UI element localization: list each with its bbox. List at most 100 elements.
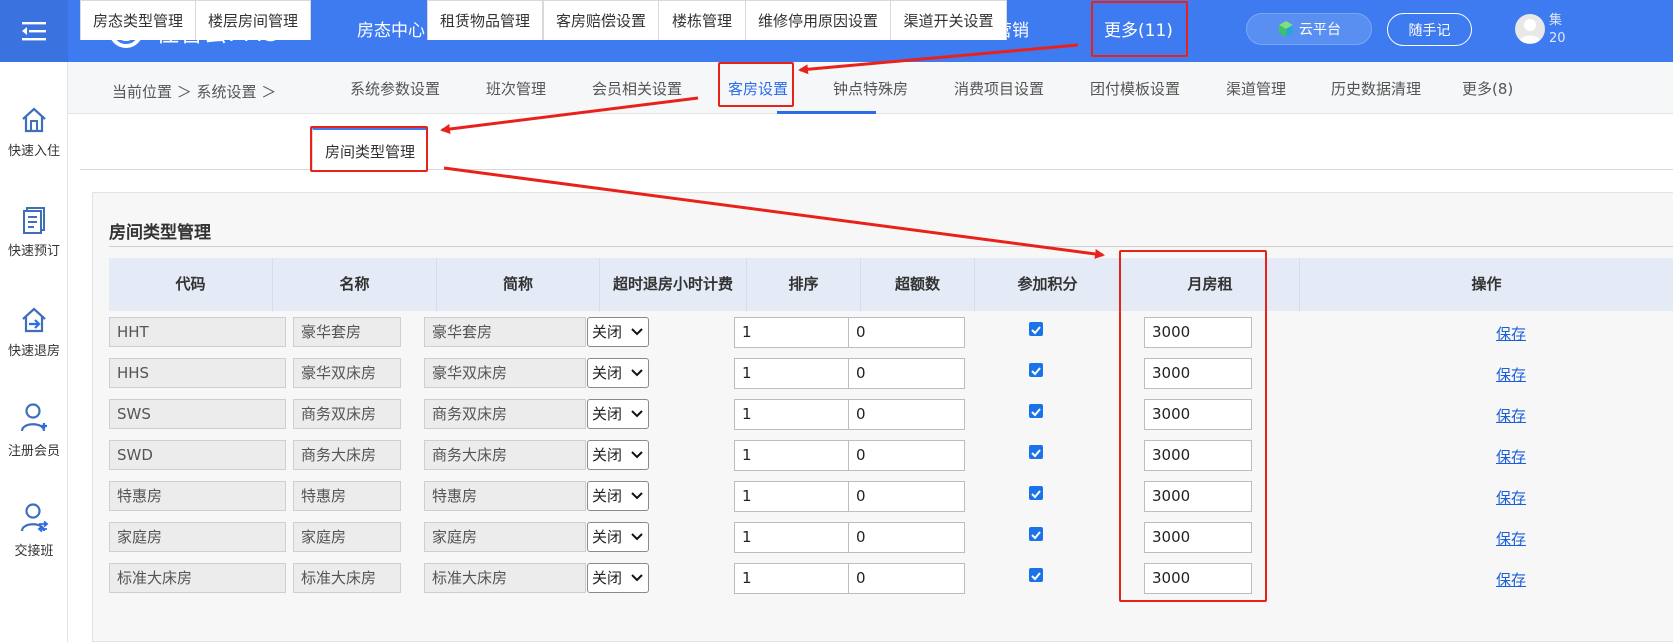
- page-title: 房间类型管理: [109, 223, 211, 243]
- overtime-billing-value: 关闭: [592, 528, 623, 546]
- avatar[interactable]: [1515, 14, 1545, 44]
- cloud-platform-button[interactable]: 云平台: [1246, 13, 1372, 45]
- sort-input[interactable]: 1: [734, 481, 851, 512]
- excess-input[interactable]: 0: [848, 399, 965, 430]
- points-checkbox[interactable]: [1029, 363, 1043, 377]
- excess-input[interactable]: 0: [848, 440, 965, 471]
- column-header-overtime-billing: 超时退房小时计费: [600, 258, 747, 311]
- table-row: SWS 商务双床房 商务双床房 关闭 1 0 3000 保存: [109, 395, 1673, 436]
- overtime-billing-select[interactable]: 关闭: [587, 317, 649, 347]
- annotation-highlight-monthly-rent-column: [1119, 250, 1267, 602]
- points-checkbox[interactable]: [1029, 404, 1043, 418]
- name-field: 标准大床房: [293, 563, 401, 593]
- excess-input[interactable]: 0: [848, 317, 965, 348]
- sort-input[interactable]: 1: [734, 399, 851, 430]
- checkout-icon: [22, 307, 46, 333]
- sort-input[interactable]: 1: [734, 522, 851, 553]
- name-field: 商务大床房: [293, 440, 401, 470]
- tab-channel-switches[interactable]: 渠道开关设置: [890, 0, 1007, 40]
- excess-input[interactable]: 0: [848, 563, 965, 594]
- subnav-hourly-rooms[interactable]: 钟点特殊房: [833, 78, 908, 99]
- overtime-billing-value: 关闭: [592, 569, 623, 587]
- excess-input[interactable]: 0: [848, 481, 965, 512]
- sidebar-item-label: 交接班: [14, 544, 54, 559]
- excess-input[interactable]: 0: [848, 358, 965, 389]
- sidebar-item-shift-handover[interactable]: 交接班: [0, 502, 68, 559]
- sort-input[interactable]: 1: [734, 358, 851, 389]
- tab-buildings[interactable]: 楼栋管理: [658, 0, 746, 40]
- sidebar-item-quick-checkin[interactable]: 快速入住: [0, 106, 68, 159]
- short-name-field: 家庭房: [424, 522, 586, 552]
- sidebar-item-label: 快速预订: [7, 244, 60, 259]
- points-checkbox[interactable]: [1029, 527, 1043, 541]
- add-user-icon: [20, 403, 47, 432]
- sort-input[interactable]: 1: [734, 440, 851, 471]
- save-link[interactable]: 保存: [1496, 569, 1526, 590]
- subnav-member-settings[interactable]: 会员相关设置: [592, 78, 682, 99]
- code-field: HHT: [109, 317, 286, 347]
- subnav-history-cleanup[interactable]: 历史数据清理: [1331, 78, 1421, 99]
- tab-rental-items[interactable]: 租赁物品管理: [427, 0, 543, 40]
- subnav-group-payment-templates[interactable]: 团付模板设置: [1090, 78, 1180, 99]
- hamburger-menu-icon: [22, 22, 46, 41]
- sidebar-item-register-member[interactable]: 注册会员: [0, 402, 68, 459]
- short-name-field: 商务大床房: [424, 440, 586, 470]
- short-name-field: 豪华双床房: [424, 358, 586, 388]
- tab-floor-rooms[interactable]: 楼层房间管理: [195, 0, 311, 40]
- subnav-shift-management[interactable]: 班次管理: [486, 78, 546, 99]
- sidebar-item-quick-checkout[interactable]: 快速退房: [0, 306, 68, 359]
- sidebar-item-label: 注册会员: [7, 444, 60, 459]
- points-checkbox[interactable]: [1029, 445, 1043, 459]
- code-field: SWS: [109, 399, 286, 429]
- subnav-consumption-items[interactable]: 消费项目设置: [954, 78, 1044, 99]
- name-field: 豪华双床房: [293, 358, 401, 388]
- name-field: 特惠房: [293, 481, 401, 511]
- subnav-channel-management[interactable]: 渠道管理: [1226, 78, 1286, 99]
- overtime-billing-select[interactable]: 关闭: [587, 481, 649, 511]
- quick-notes-button[interactable]: 随手记: [1387, 13, 1472, 46]
- table-row: 家庭房 家庭房 家庭房 关闭 1 0 3000 保存: [109, 518, 1673, 559]
- sort-input[interactable]: 1: [734, 317, 851, 348]
- save-link[interactable]: 保存: [1496, 323, 1526, 344]
- short-name-field: 豪华套房: [424, 317, 586, 347]
- subnav-system-params[interactable]: 系统参数设置: [350, 78, 440, 99]
- column-header-points: 参加积分: [975, 258, 1121, 311]
- breadcrumb: 当前位置 ＞ 系统设置 ＞: [112, 83, 277, 101]
- overtime-billing-select[interactable]: 关闭: [587, 522, 649, 552]
- checkmark-icon: [1031, 572, 1041, 581]
- table-row: 特惠房 特惠房 特惠房 关闭 1 0 3000 保存: [109, 477, 1673, 518]
- overtime-billing-select[interactable]: 关闭: [587, 440, 649, 470]
- excess-input[interactable]: 0: [848, 522, 965, 553]
- checkmark-icon: [1031, 531, 1041, 540]
- nav-room-status-center[interactable]: 房态中心: [357, 0, 425, 62]
- overtime-billing-value: 关闭: [592, 405, 623, 423]
- overtime-billing-select[interactable]: 关闭: [587, 399, 649, 429]
- tab-room-compensation[interactable]: 客房赔偿设置: [543, 0, 659, 40]
- tab-maintenance-reasons[interactable]: 维修停用原因设置: [745, 0, 891, 40]
- overtime-billing-value: 关闭: [592, 446, 623, 464]
- save-link[interactable]: 保存: [1496, 364, 1526, 385]
- checkmark-icon: [1031, 449, 1041, 458]
- code-field: 家庭房: [109, 522, 286, 552]
- menu-toggle-button[interactable]: [0, 0, 68, 62]
- save-link[interactable]: 保存: [1496, 446, 1526, 467]
- short-name-field: 商务双床房: [424, 399, 586, 429]
- user-avatar-icon: [1519, 19, 1541, 43]
- code-field: HHS: [109, 358, 286, 388]
- sort-input[interactable]: 1: [734, 563, 851, 594]
- points-checkbox[interactable]: [1029, 322, 1043, 336]
- overtime-billing-select[interactable]: 关闭: [587, 358, 649, 388]
- points-checkbox[interactable]: [1029, 568, 1043, 582]
- save-link[interactable]: 保存: [1496, 528, 1526, 549]
- chevron-down-icon: [631, 451, 643, 459]
- chevron-down-icon: [631, 328, 643, 336]
- save-link[interactable]: 保存: [1496, 487, 1526, 508]
- checkmark-icon: [1031, 408, 1041, 417]
- points-checkbox[interactable]: [1029, 486, 1043, 500]
- save-link[interactable]: 保存: [1496, 405, 1526, 426]
- subnav-more[interactable]: 更多(8): [1462, 78, 1513, 99]
- tab-room-status-types[interactable]: 房态类型管理: [80, 0, 196, 40]
- code-field: SWD: [109, 440, 286, 470]
- sidebar-item-quick-booking[interactable]: 快速预订: [0, 206, 68, 259]
- overtime-billing-select[interactable]: 关闭: [587, 563, 649, 593]
